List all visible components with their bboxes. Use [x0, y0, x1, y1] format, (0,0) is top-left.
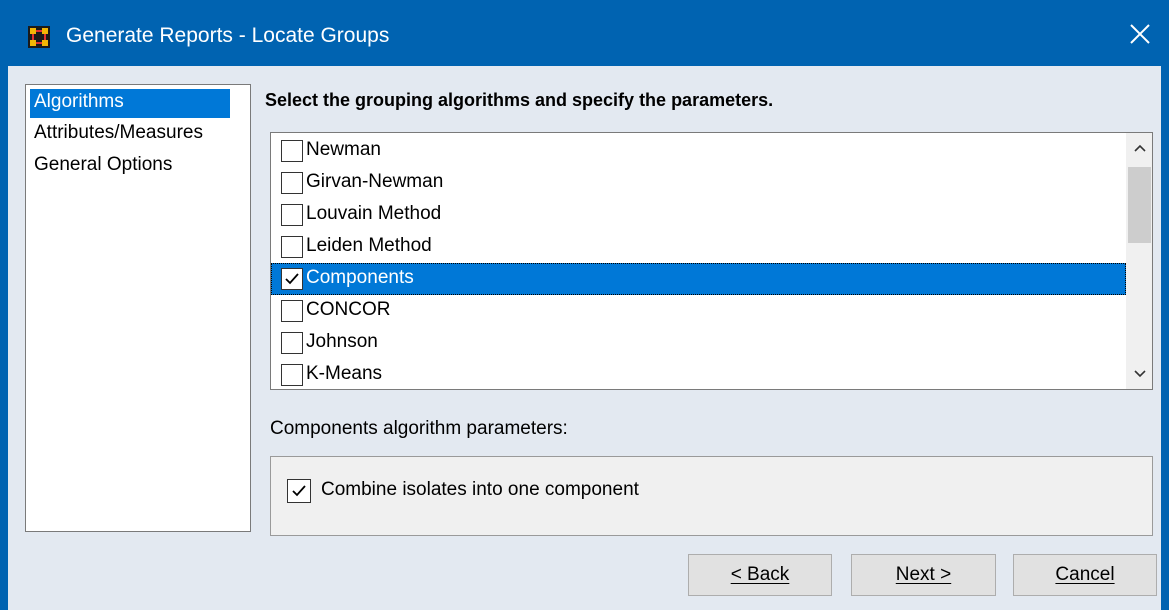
list-item-newman[interactable]: Newman [271, 135, 1126, 167]
checkbox[interactable] [281, 204, 303, 226]
combine-isolates-label[interactable]: Combine isolates into one component [321, 479, 639, 501]
list-item-label: Johnson [306, 331, 378, 352]
list-item-k-means[interactable]: K-Means [271, 359, 1126, 389]
checkbox[interactable] [281, 236, 303, 258]
list-item-concor[interactable]: CONCOR [271, 295, 1126, 327]
list-item-label: Louvain Method [306, 203, 442, 224]
checkbox[interactable] [281, 364, 303, 386]
page-heading: Select the grouping algorithms and speci… [265, 90, 774, 110]
cancel-button[interactable]: Cancel [1013, 554, 1157, 596]
network-grid-icon [28, 26, 50, 48]
checkbox[interactable] [281, 140, 303, 162]
list-item-johnson[interactable]: Johnson [271, 327, 1126, 359]
scroll-up-button[interactable] [1126, 133, 1152, 163]
list-item-label: K-Means [306, 363, 383, 384]
check-icon [292, 485, 306, 497]
list-item-girvan-newman[interactable]: Girvan-Newman [271, 167, 1126, 199]
close-button[interactable] [1120, 14, 1160, 54]
window-title: Generate Reports - Locate Groups [66, 24, 390, 47]
dialog-window: Generate Reports - Locate Groups Algorit… [0, 0, 1169, 610]
title-bar[interactable]: Generate Reports - Locate Groups [0, 0, 1169, 66]
combine-isolates-checkbox[interactable] [287, 479, 311, 503]
chevron-up-icon [1133, 144, 1146, 152]
checkbox[interactable] [281, 300, 303, 322]
chevron-down-icon [1133, 370, 1146, 378]
nav-item-algorithms[interactable]: Algorithms [30, 89, 230, 118]
checkbox[interactable] [281, 332, 303, 354]
nav-item-general-options[interactable]: General Options [30, 152, 176, 181]
close-icon [1130, 24, 1150, 44]
nav-panel: Algorithms Attributes/Measures General O… [25, 84, 251, 532]
scroll-thumb[interactable] [1128, 167, 1151, 243]
checkbox-checked[interactable] [281, 268, 303, 290]
scroll-down-button[interactable] [1126, 359, 1152, 389]
list-item-label: Components [306, 267, 414, 288]
list-item-label: Newman [306, 139, 381, 160]
params-section-label: Components algorithm parameters: [270, 418, 568, 439]
params-panel: Combine isolates into one component [270, 456, 1153, 536]
next-button[interactable]: Next > [851, 554, 996, 596]
list-item-components[interactable]: Components [271, 263, 1126, 295]
list-item-leiden[interactable]: Leiden Method [271, 231, 1126, 263]
list-item-louvain[interactable]: Louvain Method [271, 199, 1126, 231]
list-item-label: Leiden Method [306, 235, 432, 256]
list-item-label: Girvan-Newman [306, 171, 444, 192]
nav-item-attributes-measures[interactable]: Attributes/Measures [30, 120, 207, 149]
check-icon [285, 273, 299, 285]
checkbox[interactable] [281, 172, 303, 194]
dialog-client-area: Algorithms Attributes/Measures General O… [8, 66, 1161, 610]
algorithm-list[interactable]: Newman Girvan-Newman Louvain Method Leid… [270, 132, 1153, 390]
list-item-label: CONCOR [306, 299, 391, 320]
vertical-scrollbar[interactable] [1126, 133, 1152, 389]
back-button[interactable]: < Back [688, 554, 832, 596]
